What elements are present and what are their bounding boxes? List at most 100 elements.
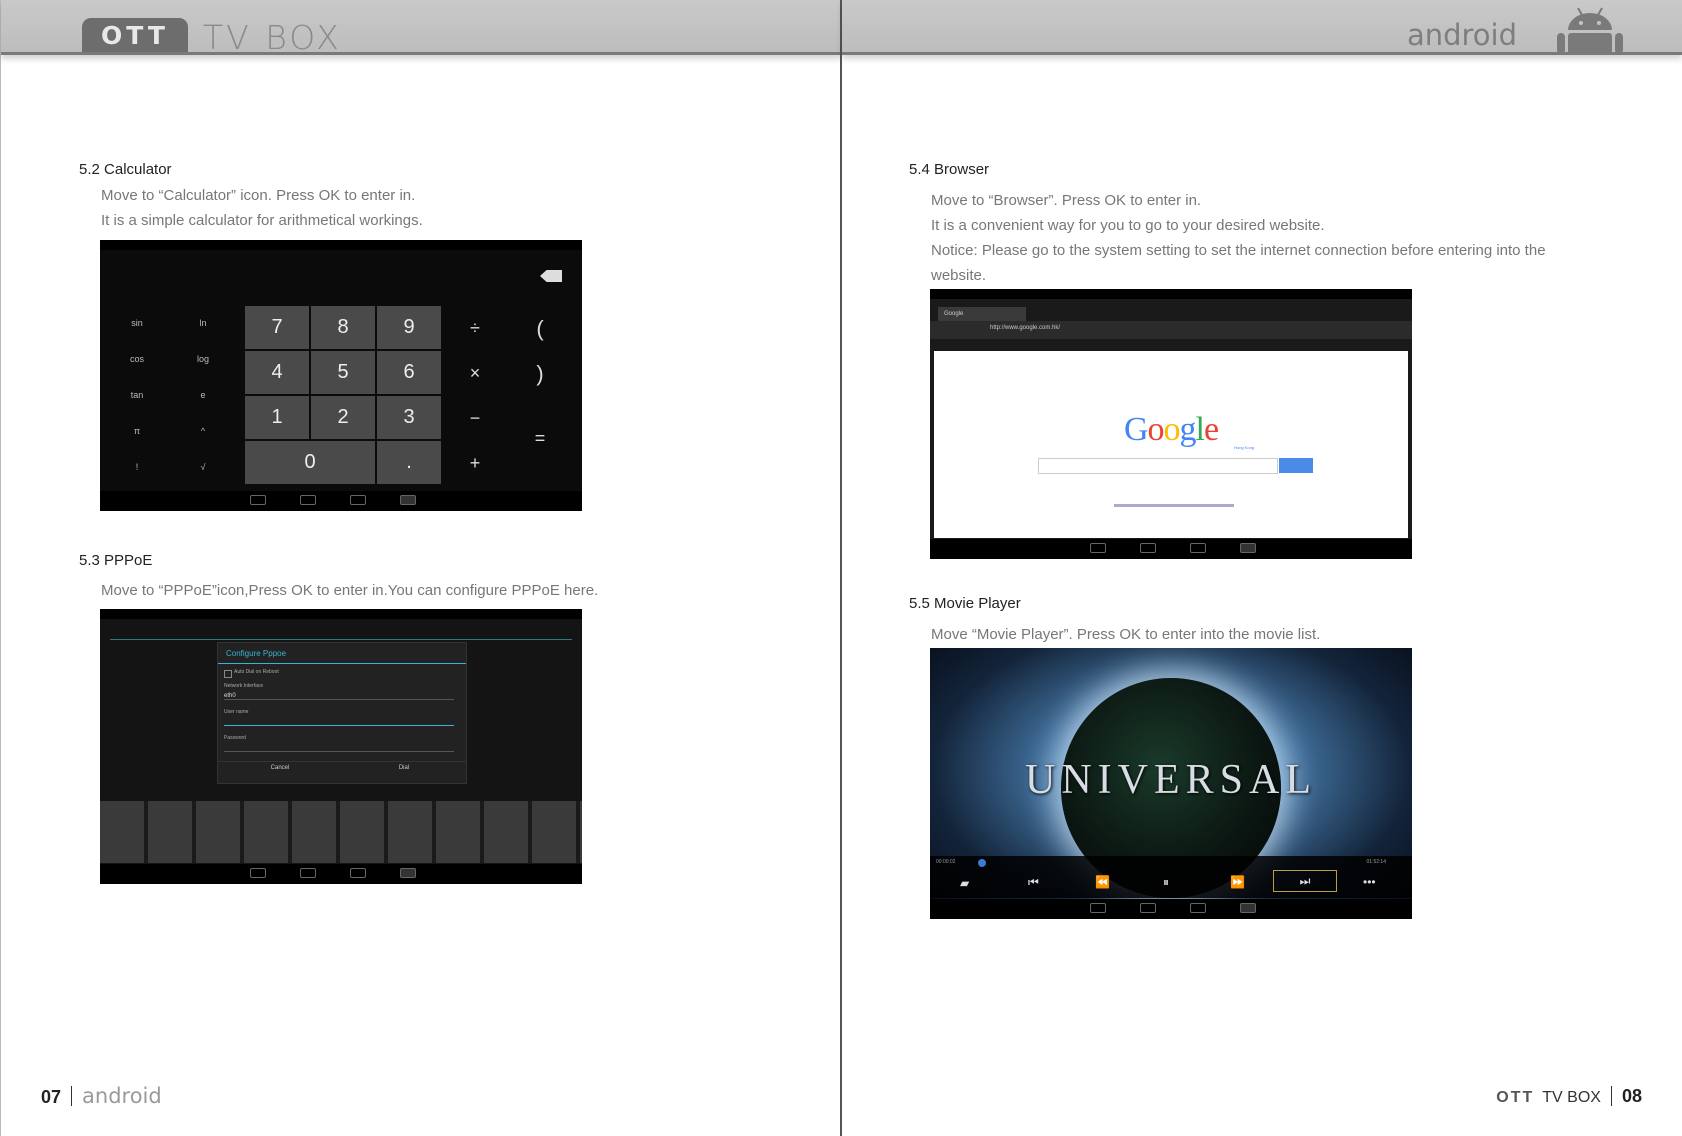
- recents-icon[interactable]: [350, 495, 366, 505]
- calc-digit-key[interactable]: 6: [377, 351, 441, 394]
- page-header: OTT TV BOX: [1, 0, 841, 57]
- back-icon[interactable]: [1090, 543, 1106, 553]
- text-line: Move “Movie Player”. Press OK to enter i…: [931, 626, 1321, 643]
- password-input[interactable]: [224, 751, 454, 752]
- footer-links[interactable]: [1114, 504, 1234, 507]
- calc-digit-key[interactable]: 9: [377, 306, 441, 349]
- back-icon[interactable]: [250, 868, 266, 878]
- screenshot-icon[interactable]: [1240, 903, 1256, 913]
- status-bar: [930, 289, 1412, 299]
- calc-digit-key[interactable]: 2: [311, 396, 375, 439]
- search-button[interactable]: [1279, 458, 1313, 473]
- calc-equals-key[interactable]: =: [525, 428, 555, 449]
- cancel-button[interactable]: Cancel: [218, 765, 342, 771]
- calc-fn-key[interactable]: !: [122, 462, 152, 472]
- movie-player-screenshot: UNIVERSAL 00:00:02 01:52:14 ▰ ⏮ ⏪ ⏸ ⏩ ⏭ …: [930, 648, 1412, 919]
- section-text-browser: Move to “Browser”. Press OK to enter in.…: [931, 188, 1631, 288]
- google-logo: Google: [1123, 411, 1219, 448]
- screenshot-icon[interactable]: [400, 868, 416, 878]
- field-label: Network Interface: [224, 683, 264, 689]
- rewind-icon[interactable]: ⏪: [1095, 875, 1110, 889]
- calc-fn-key[interactable]: log: [188, 354, 218, 364]
- calc-fn-key[interactable]: ln: [188, 318, 218, 328]
- backspace-icon[interactable]: [540, 270, 562, 282]
- calc-paren-key[interactable]: ): [525, 361, 555, 387]
- search-input[interactable]: [1038, 458, 1278, 474]
- platform-label: android: [1406, 18, 1517, 52]
- checkbox-label: Auto Dial on Reboot: [234, 669, 279, 675]
- section-text-calculator: Move to “Calculator” icon. Press OK to e…: [101, 183, 801, 233]
- fast-forward-icon[interactable]: ⏩: [1230, 875, 1245, 889]
- calc-digit-key[interactable]: 4: [245, 351, 309, 394]
- text-line: Move to “Browser”. Press OK to enter in.: [931, 192, 1202, 209]
- calc-digit-key[interactable]: 7: [245, 306, 309, 349]
- calc-fn-key[interactable]: π: [122, 426, 152, 436]
- section-title-pppoe: 5.3 PPPoE: [79, 552, 153, 569]
- calc-fn-key[interactable]: sin: [122, 318, 152, 328]
- home-icon[interactable]: [300, 868, 316, 878]
- divider: [1610, 1086, 1612, 1106]
- calc-fn-key[interactable]: cos: [122, 354, 152, 364]
- calc-digit-key[interactable]: 1: [245, 396, 309, 439]
- pause-icon[interactable]: ⏸: [1163, 875, 1169, 890]
- movie-title-text: UNIVERSAL: [1025, 757, 1317, 803]
- username-input[interactable]: [224, 725, 454, 726]
- divider: [218, 663, 466, 664]
- recents-icon[interactable]: [1190, 903, 1206, 913]
- calc-fn-key[interactable]: ^: [188, 426, 218, 436]
- prev-icon[interactable]: ⏮: [1028, 875, 1039, 890]
- android-nav-bar: [930, 899, 1412, 919]
- footer-right: OTT TV BOX 08: [1496, 1086, 1642, 1107]
- browser-tab[interactable]: Google: [938, 307, 1026, 321]
- footer-brand-text: TV BOX: [1542, 1089, 1601, 1106]
- home-icon[interactable]: [1140, 543, 1156, 553]
- calc-digit-key[interactable]: .: [377, 441, 441, 484]
- recents-icon[interactable]: [1190, 543, 1206, 553]
- browser-toolbar: http://www.google.com.hk/: [930, 321, 1412, 339]
- section-text-movie-player: Move “Movie Player”. Press OK to enter i…: [931, 622, 1631, 647]
- iface-select[interactable]: eth0: [224, 693, 454, 700]
- checkbox[interactable]: [224, 670, 232, 678]
- android-nav-bar: [100, 491, 582, 511]
- calc-fn-key[interactable]: e: [188, 390, 218, 400]
- footer-brand: OTT: [1496, 1089, 1535, 1106]
- recents-icon[interactable]: [350, 868, 366, 878]
- section-title-movie-player: 5.5 Movie Player: [909, 595, 1021, 612]
- calc-digit-key[interactable]: 0: [245, 441, 375, 484]
- android-nav-bar: [930, 539, 1412, 559]
- section-title-calculator: 5.2 Calculator: [79, 161, 172, 178]
- calc-op-key[interactable]: ÷: [460, 318, 490, 339]
- calc-digit-key[interactable]: 3: [377, 396, 441, 439]
- logo-subtitle: Hong Kong: [1234, 445, 1255, 450]
- seek-handle[interactable]: [978, 859, 986, 867]
- calc-op-key[interactable]: ×: [460, 363, 490, 384]
- divider: [218, 761, 466, 762]
- onscreen-keyboard[interactable]: [100, 801, 582, 863]
- calc-paren-key[interactable]: (: [525, 316, 555, 342]
- calc-fn-key[interactable]: tan: [122, 390, 152, 400]
- calc-op-key[interactable]: −: [460, 408, 490, 429]
- calc-digit-key[interactable]: 8: [311, 306, 375, 349]
- calc-digit-key[interactable]: 5: [311, 351, 375, 394]
- dialog-title: Configure Pppoe: [226, 649, 287, 658]
- calculator-screenshot: sin ln cos log tan e π ^ ! √ 7 8 9 4 5 6…: [100, 240, 582, 511]
- player-controls: 00:00:02 01:52:14 ▰ ⏮ ⏪ ⏸ ⏩ ⏭ •••: [930, 856, 1412, 898]
- screenshot-icon[interactable]: [1240, 543, 1256, 553]
- url-bar[interactable]: http://www.google.com.hk/: [990, 325, 1060, 331]
- calc-op-key[interactable]: +: [460, 453, 490, 474]
- next-icon[interactable]: ⏭: [1273, 870, 1337, 892]
- brand-text: TV BOX: [203, 18, 342, 57]
- right-page: android 5.4 Browser Move to “Browser”. P…: [842, 0, 1682, 1136]
- more-icon[interactable]: •••: [1363, 875, 1376, 889]
- calc-fn-key[interactable]: √: [188, 462, 218, 472]
- back-icon[interactable]: [1090, 903, 1106, 913]
- dial-button[interactable]: Dial: [342, 765, 466, 771]
- total-time: 01:52:14: [1366, 859, 1386, 865]
- home-icon[interactable]: [1140, 903, 1156, 913]
- back-icon[interactable]: [250, 495, 266, 505]
- screenshot-icon[interactable]: [400, 495, 416, 505]
- text-line: Move to “PPPoE”icon,Press OK to enter in…: [101, 582, 599, 599]
- home-icon[interactable]: [300, 495, 316, 505]
- browser-page: Google Hong Kong: [934, 351, 1408, 538]
- folder-icon[interactable]: ▰: [960, 876, 969, 890]
